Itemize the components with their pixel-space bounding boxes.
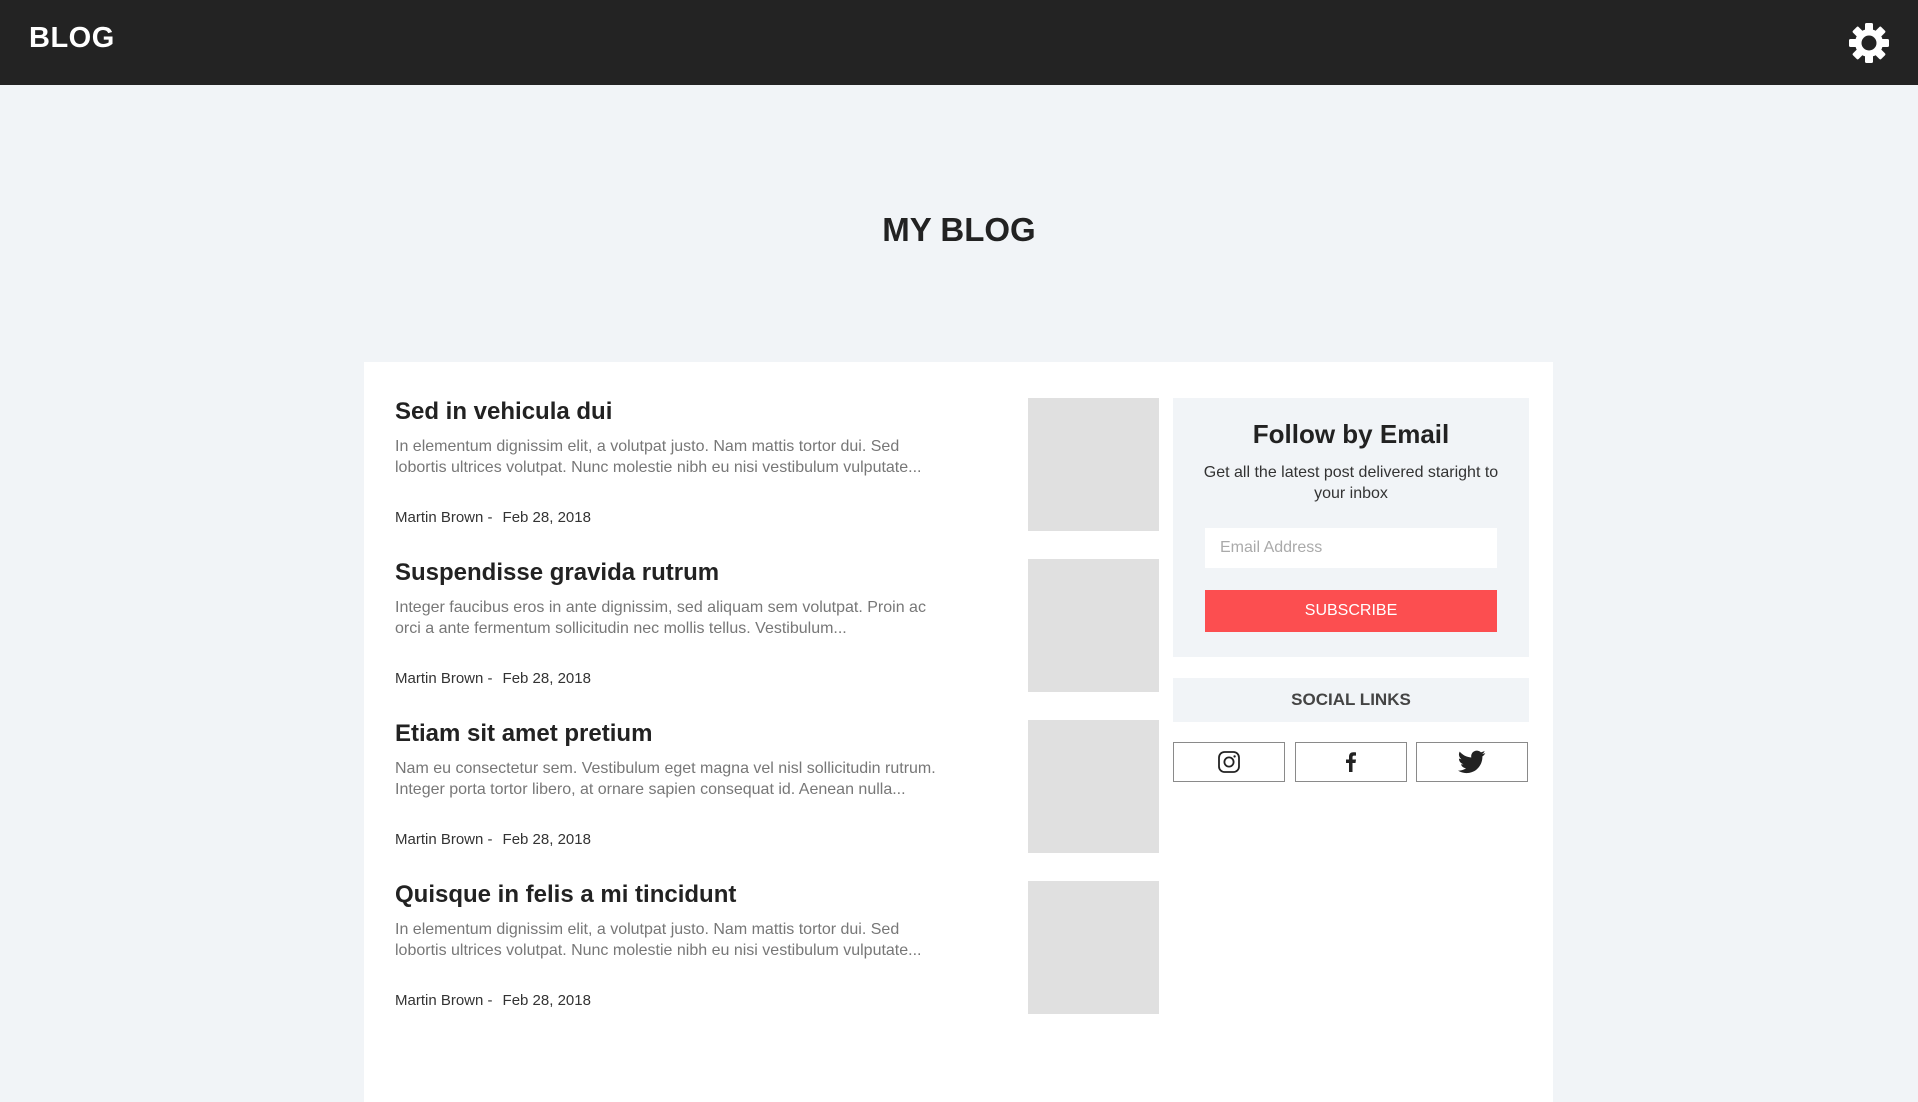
post-title[interactable]: Suspendisse gravida rutrum — [395, 559, 719, 587]
page-title: MY BLOG — [882, 211, 1036, 248]
social-links-title: SOCIAL LINKS — [1173, 678, 1529, 722]
top-navbar: BLOG — [0, 0, 1918, 85]
post-thumbnail[interactable] — [1028, 559, 1159, 692]
post-excerpt: In elementum dignissim elit, a volutpat … — [395, 921, 922, 959]
instagram-button[interactable] — [1173, 742, 1285, 782]
follow-by-email-widget: Follow by Email Get all the latest post … — [1173, 398, 1529, 657]
twitter-button[interactable] — [1416, 742, 1528, 782]
post-date: Feb 28, 2018 — [502, 992, 591, 1009]
post-author: Martin Brown - — [395, 509, 493, 526]
gear-icon[interactable] — [1847, 21, 1891, 65]
post-excerpt: In elementum dignissim elit, a volutpat … — [395, 438, 922, 476]
post-date: Feb 28, 2018 — [502, 670, 591, 687]
twitter-icon — [1458, 750, 1486, 774]
post-date: Feb 28, 2018 — [502, 831, 591, 848]
post-date: Feb 28, 2018 — [502, 509, 591, 526]
post-meta: Martin Brown - Feb 28, 2018 — [395, 509, 591, 526]
follow-title: Follow by Email — [1252, 419, 1450, 449]
instagram-icon — [1218, 751, 1240, 773]
subscribe-button[interactable]: SUBSCRIBE — [1205, 590, 1497, 632]
email-field[interactable] — [1205, 528, 1497, 568]
post-thumbnail[interactable] — [1028, 398, 1159, 531]
facebook-icon — [1346, 752, 1356, 772]
brand-logo[interactable]: BLOG — [29, 22, 115, 55]
follow-description: Get all the latest post delivered starig… — [1203, 464, 1499, 502]
post-excerpt: Integer faucibus eros in ante dignissim,… — [395, 599, 926, 637]
post-author: Martin Brown - — [395, 670, 493, 687]
post-meta: Martin Brown - Feb 28, 2018 — [395, 670, 591, 687]
post-author: Martin Brown - — [395, 992, 493, 1009]
post-title[interactable]: Quisque in felis a mi tincidunt — [395, 881, 736, 909]
post-meta: Martin Brown - Feb 28, 2018 — [395, 831, 591, 848]
facebook-button[interactable] — [1295, 742, 1407, 782]
post-title[interactable]: Sed in vehicula dui — [395, 398, 612, 426]
post-author: Martin Brown - — [395, 831, 493, 848]
post-excerpt: Nam eu consectetur sem. Vestibulum eget … — [395, 760, 936, 798]
post-thumbnail[interactable] — [1028, 720, 1159, 853]
post-thumbnail[interactable] — [1028, 881, 1159, 1014]
post-meta: Martin Brown - Feb 28, 2018 — [395, 992, 591, 1009]
post-title[interactable]: Etiam sit amet pretium — [395, 720, 652, 748]
